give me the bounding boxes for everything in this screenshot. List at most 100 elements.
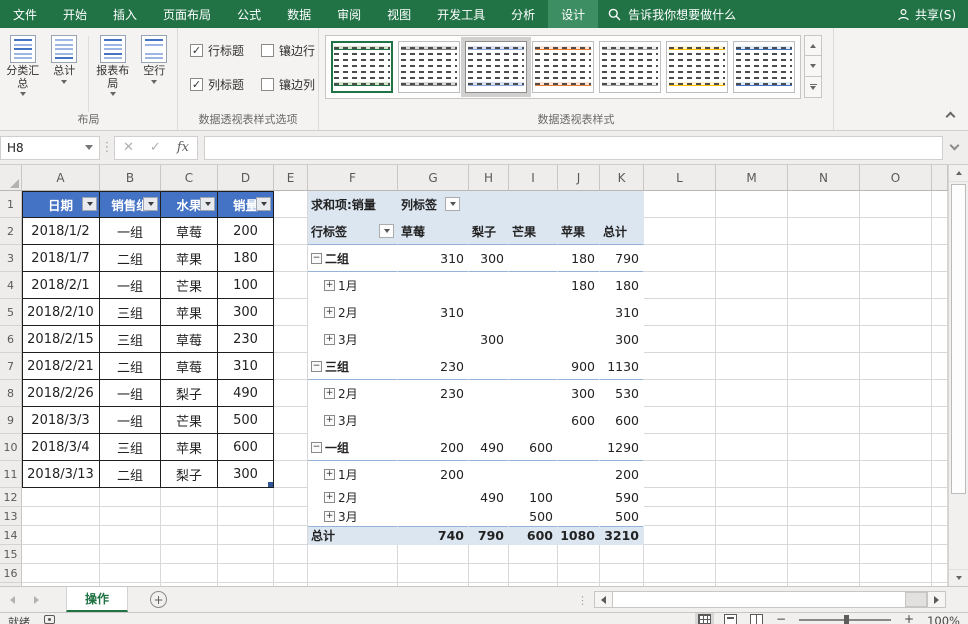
cell-L15[interactable] <box>644 545 716 564</box>
cell-I2[interactable]: 芒果 <box>509 218 558 245</box>
cell-B5[interactable]: 三组 <box>100 299 161 326</box>
cell-B13[interactable] <box>100 507 161 526</box>
column-header-O[interactable]: O <box>860 165 932 191</box>
cell-B2[interactable]: 一组 <box>100 218 161 245</box>
row-header-7[interactable]: 7 <box>0 353 22 380</box>
cell-D13[interactable] <box>218 507 274 526</box>
column-header-K[interactable]: K <box>600 165 644 191</box>
cell-F3[interactable]: −二组 <box>308 245 398 272</box>
cell-P5[interactable] <box>932 299 948 326</box>
checkbox-镶边列[interactable]: 镶边列 <box>261 76 318 93</box>
cell-L4[interactable] <box>644 272 716 299</box>
cell-N6[interactable] <box>788 326 860 353</box>
cell-O5[interactable] <box>860 299 932 326</box>
cell-O16[interactable] <box>860 564 932 583</box>
cell-O3[interactable] <box>860 245 932 272</box>
cell-G15[interactable] <box>398 545 469 564</box>
cell-K3[interactable]: 790 <box>600 245 644 272</box>
filter-button-日期[interactable] <box>82 197 97 211</box>
cell-C11[interactable]: 梨子 <box>161 461 218 488</box>
cancel-icon[interactable]: ✕ <box>123 140 134 155</box>
pivot-style-dark-gray[interactable] <box>398 41 460 93</box>
cell-A8[interactable]: 2018/2/26 <box>22 380 100 407</box>
cell-O15[interactable] <box>860 545 932 564</box>
cell-K2[interactable]: 总计 <box>600 218 644 245</box>
ribbon-tab-开发工具[interactable]: 开发工具 <box>424 0 498 28</box>
cell-H8[interactable] <box>469 380 509 407</box>
cell-G10[interactable]: 200 <box>398 434 469 461</box>
pivot-style-yellow[interactable] <box>666 41 728 93</box>
zoom-out-button[interactable]: − <box>776 614 786 624</box>
next-sheet-button[interactable] <box>24 587 48 612</box>
cell-I13[interactable]: 500 <box>509 507 558 526</box>
cell-B16[interactable] <box>100 564 161 583</box>
cell-M14[interactable] <box>716 526 788 545</box>
cell-D5[interactable]: 300 <box>218 299 274 326</box>
cell-N15[interactable] <box>788 545 860 564</box>
column-header-E[interactable]: E <box>274 165 308 191</box>
cell-J10[interactable] <box>558 434 600 461</box>
cell-D10[interactable]: 600 <box>218 434 274 461</box>
ribbon-tab-视图[interactable]: 视图 <box>374 0 424 28</box>
cell-N11[interactable] <box>788 461 860 488</box>
cell-F8[interactable]: +2月 <box>308 380 398 407</box>
row-header-8[interactable]: 8 <box>0 380 22 407</box>
table-resize-handle[interactable] <box>268 482 273 487</box>
cell-M16[interactable] <box>716 564 788 583</box>
cell-L2[interactable] <box>644 218 716 245</box>
cell-H4[interactable] <box>469 272 509 299</box>
pivot-style-light-blue[interactable] <box>465 41 527 93</box>
cell-N16[interactable] <box>788 564 860 583</box>
cell-A12[interactable] <box>22 488 100 507</box>
cell-J12[interactable] <box>558 488 600 507</box>
cell-C4[interactable]: 芒果 <box>161 272 218 299</box>
cell-L16[interactable] <box>644 564 716 583</box>
expand-button[interactable]: + <box>324 388 335 399</box>
scroll-left-button[interactable] <box>594 591 613 608</box>
cell-B10[interactable]: 三组 <box>100 434 161 461</box>
cell-C13[interactable] <box>161 507 218 526</box>
cell-I14[interactable]: 600 <box>509 526 558 545</box>
cell-M7[interactable] <box>716 353 788 380</box>
cell-J15[interactable] <box>558 545 600 564</box>
cell-J8[interactable]: 300 <box>558 380 600 407</box>
pivot-style-gray[interactable] <box>599 41 661 93</box>
cell-J11[interactable] <box>558 461 600 488</box>
expand-button[interactable]: + <box>324 280 335 291</box>
add-sheet-button[interactable]: + <box>150 591 167 608</box>
ribbon-tab-审阅[interactable]: 审阅 <box>324 0 374 28</box>
ribbon-tab-页面布局[interactable]: 页面布局 <box>150 0 224 28</box>
cell-A9[interactable]: 2018/3/3 <box>22 407 100 434</box>
zoom-slider[interactable] <box>799 619 891 621</box>
cell-I6[interactable] <box>509 326 558 353</box>
cell-K13[interactable]: 500 <box>600 507 644 526</box>
checkbox-镶边行[interactable]: 镶边行 <box>261 42 318 59</box>
cell-H1[interactable] <box>469 191 509 218</box>
cell-D3[interactable]: 180 <box>218 245 274 272</box>
cell-A3[interactable]: 2018/1/7 <box>22 245 100 272</box>
row-header-9[interactable]: 9 <box>0 407 22 434</box>
cell-E12[interactable] <box>274 488 308 507</box>
cell-N13[interactable] <box>788 507 860 526</box>
tab-splitter[interactable]: ⋮ <box>577 594 589 607</box>
row-header-11[interactable]: 11 <box>0 461 22 488</box>
cell-H5[interactable] <box>469 299 509 326</box>
cell-J7[interactable]: 900 <box>558 353 600 380</box>
cell-F11[interactable]: +1月 <box>308 461 398 488</box>
column-header-partial[interactable] <box>932 165 948 191</box>
horizontal-scroll-thumb[interactable] <box>905 592 927 607</box>
gallery-scroll-up-button[interactable] <box>804 35 822 56</box>
cell-M8[interactable] <box>716 380 788 407</box>
cell-G2[interactable]: 草莓 <box>398 218 469 245</box>
zoom-slider-thumb[interactable] <box>844 615 849 624</box>
cell-P7[interactable] <box>932 353 948 380</box>
cell-F6[interactable]: +3月 <box>308 326 398 353</box>
cell-L10[interactable] <box>644 434 716 461</box>
cell-F2[interactable]: 行标签 <box>308 218 398 245</box>
cell-N12[interactable] <box>788 488 860 507</box>
cell-H11[interactable] <box>469 461 509 488</box>
cell-L5[interactable] <box>644 299 716 326</box>
cell-O2[interactable] <box>860 218 932 245</box>
insert-function-icon[interactable]: fx <box>177 140 189 155</box>
cell-N7[interactable] <box>788 353 860 380</box>
